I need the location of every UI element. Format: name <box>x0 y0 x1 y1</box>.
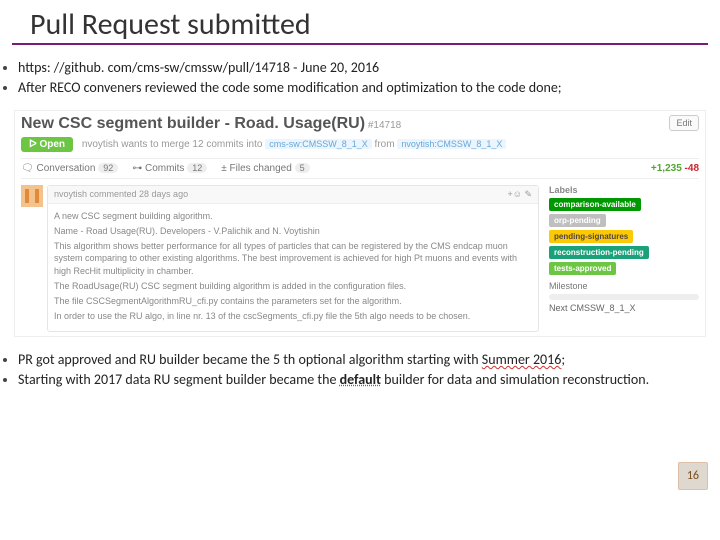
milestone-value[interactable]: Next CMSSW_8_1_X <box>549 303 699 313</box>
page-number: 16 <box>678 462 708 490</box>
diff-stats: +1,235 -48 <box>651 163 699 174</box>
bullet-item: Starting with 2017 data RU segment build… <box>18 371 660 389</box>
bottom-bullets: PR got approved and RU builder became th… <box>0 351 720 388</box>
bullet-item: https: //github. com/cms-sw/cmssw/pull/1… <box>18 59 702 77</box>
label-item[interactable]: tests-approved <box>549 262 616 275</box>
bullet-item: After RECO conveners reviewed the code s… <box>18 79 702 97</box>
slide-title: Pull Request submitted <box>12 0 708 45</box>
pr-tabs: 🗨 Conversation 92 ⊶ Commits 12 ± Files c… <box>21 158 699 179</box>
milestone-heading: Milestone <box>549 281 699 291</box>
avatar[interactable] <box>21 185 43 207</box>
github-screenshot: Edit New CSC segment builder - Road. Usa… <box>14 110 706 337</box>
comment-header: nvoytish commented 28 days ago +☺ ✎ <box>48 186 538 204</box>
bullet-item: PR got approved and RU builder became th… <box>18 351 660 369</box>
tab-commits[interactable]: ⊶ Commits 12 <box>132 163 207 174</box>
tab-files[interactable]: ± Files changed 5 <box>221 163 309 174</box>
label-item[interactable]: comparison-available <box>549 198 641 211</box>
label-item[interactable]: reconstruction-pending <box>549 246 649 259</box>
top-bullets: https: //github. com/cms-sw/cmssw/pull/1… <box>0 59 720 96</box>
edit-button[interactable]: Edit <box>669 115 699 131</box>
milestone-progress <box>549 294 699 300</box>
pr-title[interactable]: New CSC segment builder - Road. Usage(RU… <box>21 115 365 132</box>
sidebar: Labels comparison-available orp-pending … <box>549 185 699 332</box>
pr-state-badge: ᐅ Open <box>21 137 73 152</box>
label-item[interactable]: orp-pending <box>549 214 606 227</box>
pr-number: #14718 <box>368 120 401 131</box>
base-branch[interactable]: cms-sw:CMSSW_8_1_X <box>265 139 372 149</box>
merge-summary: nvoytish wants to merge 12 commits into … <box>82 139 507 150</box>
labels-heading: Labels <box>549 185 699 195</box>
label-item[interactable]: pending-signatures <box>549 230 633 243</box>
head-branch[interactable]: nvoytish:CMSSW_8_1_X <box>397 139 506 149</box>
comment-actions[interactable]: +☺ ✎ <box>508 189 533 200</box>
tab-conversation[interactable]: 🗨 Conversation 92 <box>21 163 118 174</box>
comment-body: A new CSC segment building algorithm. Na… <box>48 204 538 331</box>
